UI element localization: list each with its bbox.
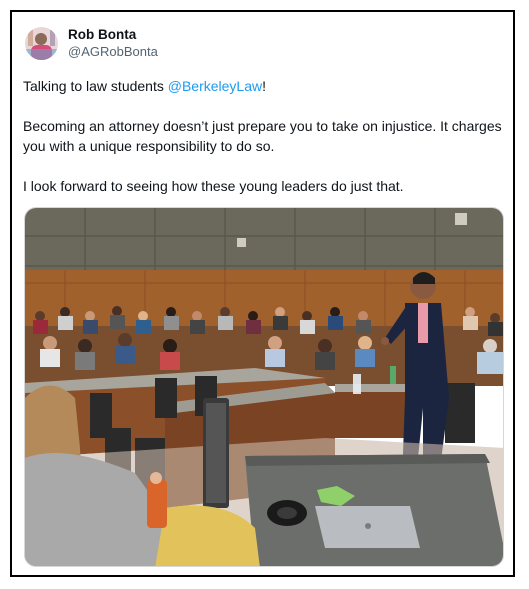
tweet-line1-suffix: ! [262, 78, 267, 94]
tweet-photo[interactable] [24, 207, 504, 567]
tweet-card: Rob Bonta @AGRobBonta Talking to law stu… [10, 10, 515, 577]
lecture-hall-photo [25, 208, 503, 566]
avatar-image [25, 26, 58, 60]
tweet-header: Rob Bonta @AGRobBonta [25, 26, 158, 60]
tweet-paragraph-2: Becoming an attorney doesn’t just prepar… [23, 118, 502, 154]
author-display-name[interactable]: Rob Bonta [68, 26, 158, 43]
tweet-line1-prefix: Talking to law students [23, 78, 168, 94]
author-handle[interactable]: @AGRobBonta [68, 43, 158, 60]
tweet-text: Talking to law students @BerkeleyLaw! Be… [23, 76, 503, 216]
tweet-paragraph-3: I look forward to seeing how these young… [23, 178, 404, 194]
tweet-paragraph-1: Talking to law students @BerkeleyLaw! [23, 76, 503, 96]
avatar[interactable] [25, 26, 58, 60]
author-names: Rob Bonta @AGRobBonta [68, 26, 158, 60]
mention-link[interactable]: @BerkeleyLaw [168, 78, 262, 94]
